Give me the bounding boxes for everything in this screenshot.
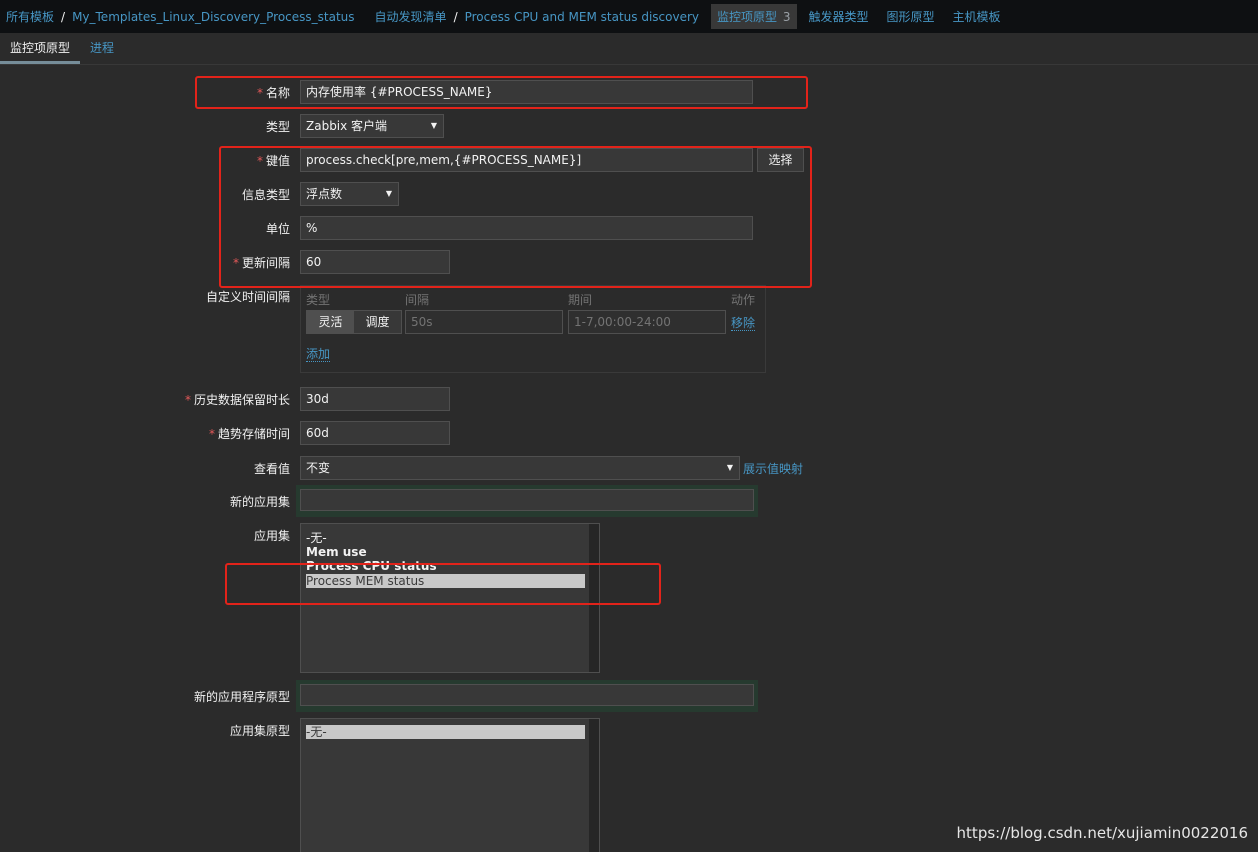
application-prototypes-scrollbar[interactable] [589,719,599,852]
annotation-box-application [225,563,661,605]
custom-intervals-label: 自定义时间间隔 [205,290,290,304]
custom-period-input[interactable]: 1-7,00:00-24:00 [568,310,726,334]
breadcrumb-discovery-list[interactable]: 自动发现清单 [375,8,447,25]
interval-type-toggle: 灵活 调度 [306,310,402,334]
type-select[interactable]: Zabbix 客户端 [300,114,444,138]
form-tabs: 监控项原型 进程 [0,33,1258,65]
application-prototypes-listbox[interactable]: -无- [300,718,600,852]
remove-interval-link[interactable]: 移除 [731,316,756,331]
new-application-wrap [296,485,758,517]
tab-item-prototype[interactable]: 监控项原型 [0,33,81,64]
application-prototype-option-selected[interactable]: -无- [306,725,585,739]
add-interval-link[interactable]: 添加 [306,347,331,362]
application-prototypes-label: 应用集原型 [229,724,290,738]
new-application-prototype-input[interactable] [300,684,754,706]
new-application-prototype-wrap [296,680,758,712]
flexible-option[interactable]: 灵活 [307,311,354,333]
history-label: * 历史数据保留时长 [184,393,290,407]
annotation-box-name [195,76,808,109]
show-value-select[interactable]: 不变 [300,456,740,480]
trends-label: * 趋势存储时间 [208,427,290,441]
nav-graph-prototypes[interactable]: 图形原型 [887,8,935,25]
nav-item-prototypes-label: 监控项原型 [717,10,778,24]
application-option[interactable]: Mem use [306,545,585,559]
custom-intervals-table: 类型 间隔 期间 动作 灵活 调度 50s 1-7,00:00-24:00 移除… [300,285,766,373]
col-period-header: 期间 [568,293,593,307]
breadcrumb-discovery-rule[interactable]: Process CPU and MEM status discovery [465,10,699,24]
applications-label: 应用集 [253,529,290,543]
scheduling-option[interactable]: 调度 [354,311,401,333]
history-input[interactable]: 30d [300,387,450,411]
breadcrumb-all-templates[interactable]: 所有模板 [6,8,54,25]
tab-process[interactable]: 进程 [80,33,124,64]
nav-trigger-types[interactable]: 触发器类型 [809,8,869,25]
trends-input[interactable]: 60d [300,421,450,445]
custom-interval-input[interactable]: 50s [405,310,563,334]
col-type-header: 类型 [306,293,331,307]
new-application-prototype-label: 新的应用程序原型 [193,690,290,704]
watermark: https://blog.csdn.net/xujiamin0022016 [956,824,1248,842]
breadcrumb-separator: / [61,9,66,24]
new-application-input[interactable] [300,489,754,511]
col-interval-header: 间隔 [405,293,430,307]
col-action-header: 动作 [730,293,755,307]
annotation-box-key-group [219,146,812,288]
new-application-label: 新的应用集 [229,495,290,509]
show-value-label: 查看值 [253,462,290,476]
type-label: 类型 [265,120,290,134]
application-option[interactable]: -无- [306,531,585,545]
nav-item-prototypes-count: 3 [782,10,791,24]
breadcrumb: 所有模板 / My_Templates_Linux_Discovery_Proc… [0,0,1258,33]
nav-item-prototypes[interactable]: 监控项原型 3 [711,4,797,29]
show-value-mappings-link[interactable]: 展示值映射 [743,462,803,476]
nav-host-templates[interactable]: 主机模板 [953,8,1001,25]
breadcrumb-template-name[interactable]: My_Templates_Linux_Discovery_Process_sta… [72,10,354,24]
breadcrumb-separator: / [453,9,458,24]
